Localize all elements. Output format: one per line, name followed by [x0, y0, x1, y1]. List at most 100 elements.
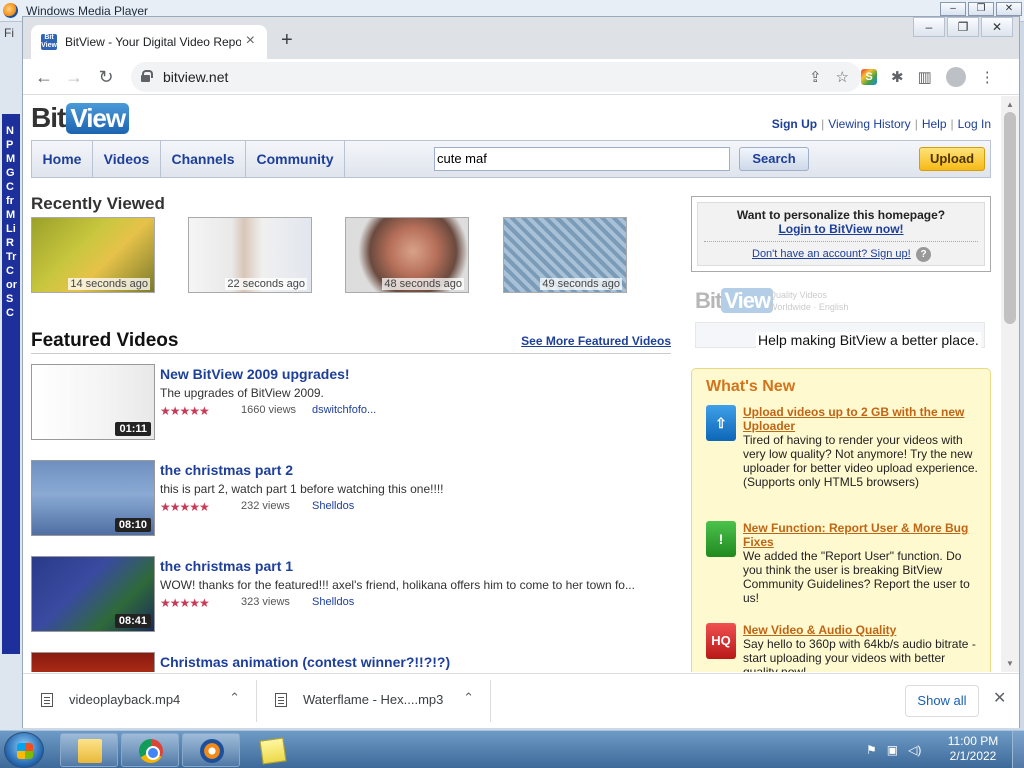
recent-time: 14 seconds ago	[68, 278, 150, 290]
volume-icon[interactable]: ◁)	[908, 743, 921, 757]
action-center-icon[interactable]: ⚑	[866, 743, 877, 757]
viewing-history-link[interactable]: Viewing History	[828, 117, 910, 131]
bitview-logo[interactable]: Bit View	[31, 102, 130, 134]
profile-avatar-icon[interactable]	[945, 67, 966, 87]
video-title-link[interactable]: New BitView 2009 upgrades!	[160, 366, 350, 382]
personalize-box: Want to personalize this homepage? Login…	[691, 196, 991, 272]
close-icon[interactable]: ✕	[996, 2, 1022, 16]
network-icon[interactable]: ▣	[887, 743, 898, 757]
maximize-icon[interactable]: ❐	[968, 2, 994, 16]
windows-logo-icon	[17, 743, 33, 759]
taskbar-sticky-notes[interactable]	[243, 733, 301, 767]
close-downloads-icon[interactable]: ✕	[993, 688, 1006, 708]
forward-arrow-icon[interactable]: →	[63, 66, 85, 88]
url-text[interactable]: bitview.net	[163, 69, 228, 85]
scroll-thumb[interactable]	[1004, 112, 1016, 324]
signup-link[interactable]: Sign Up	[772, 117, 817, 131]
chevron-up-icon[interactable]: ⌃	[463, 690, 474, 706]
video-title-link[interactable]: the christmas part 1	[160, 558, 293, 574]
back-arrow-icon[interactable]: ←	[33, 66, 55, 88]
system-tray: ⚑ ▣ ◁)	[866, 743, 921, 757]
share-icon[interactable]: ⇪	[809, 68, 822, 86]
extension-s-icon[interactable]: S	[861, 69, 877, 85]
download-item[interactable]: Waterflame - Hex....mp3 ⌃	[257, 680, 491, 722]
upload-icon: ⇧	[706, 405, 736, 441]
video-views: 323 views	[241, 596, 290, 608]
video-description: this is part 2, watch part 1 before watc…	[160, 482, 444, 496]
chrome-restore-icon[interactable]: ❐	[947, 17, 979, 37]
hq-icon: HQ	[706, 623, 736, 659]
video-thumbnail[interactable]: 08:10	[31, 460, 155, 536]
taskbar-chrome[interactable]	[121, 733, 179, 767]
recent-thumb[interactable]: 14 seconds ago	[31, 217, 155, 293]
whats-new-link[interactable]: Upload videos up to 2 GB with the new Up…	[743, 405, 979, 433]
side-panel-icon[interactable]: ▥	[918, 68, 932, 86]
new-tab-button[interactable]: +	[281, 29, 293, 52]
scroll-down-icon[interactable]: ▼	[1006, 659, 1014, 668]
login-now-link[interactable]: Login to BitView now!	[698, 222, 984, 236]
signup-prompt-link[interactable]: Don't have an account? Sign up!	[752, 248, 911, 260]
video-thumbnail[interactable]: 08:41	[31, 556, 155, 632]
see-more-featured-link[interactable]: See More Featured Videos	[521, 334, 671, 348]
reload-icon[interactable]: ↻	[95, 66, 117, 88]
tab-bitview[interactable]: Bit View BitView - Your Digital Video Re…	[31, 25, 267, 59]
list-item: 01:11 New BitView 2009 upgrades! The upg…	[31, 364, 671, 440]
rating-stars-icon: ★★★★★	[160, 500, 210, 514]
whats-new-text: We added the "Report User" function. Do …	[743, 549, 970, 605]
chrome-window: Bit View BitView - Your Digital Video Re…	[22, 16, 1020, 728]
promo-sub1: Quality Videos	[769, 290, 827, 300]
menu-kebab-icon[interactable]: ⋮	[980, 68, 995, 86]
start-button[interactable]	[4, 732, 44, 768]
video-author-link[interactable]: Shelldos	[312, 500, 354, 512]
personalize-question: Want to personalize this homepage?	[736, 208, 946, 222]
chrome-close-icon[interactable]: ✕	[981, 17, 1013, 37]
video-title-link[interactable]: Christmas animation (contest winner?!!?!…	[160, 654, 450, 670]
video-description: WOW! thanks for the featured!!! axel's f…	[160, 578, 635, 592]
show-all-button[interactable]: Show all	[905, 685, 979, 717]
help-question-icon[interactable]: ?	[916, 247, 931, 262]
lock-icon[interactable]	[141, 70, 153, 82]
wmp-menu-file[interactable]: Fi	[4, 26, 14, 40]
whats-new-link[interactable]: New Function: Report User & More Bug Fix…	[743, 521, 979, 549]
promo-logo: Bit View	[695, 288, 774, 314]
chevron-up-icon[interactable]: ⌃	[229, 690, 240, 706]
clock-time: 11:00 PM	[947, 734, 999, 748]
recent-thumb[interactable]: 48 seconds ago	[345, 217, 469, 293]
video-author-link[interactable]: dswitchfofo...	[312, 404, 376, 416]
nav-home[interactable]: Home	[32, 141, 93, 177]
tab-close-icon[interactable]: ×	[246, 32, 255, 50]
whats-new-link[interactable]: New Video & Audio Quality	[743, 623, 979, 637]
login-link[interactable]: Log In	[958, 117, 991, 131]
recent-thumb[interactable]: 49 seconds ago	[503, 217, 627, 293]
help-link[interactable]: Help	[922, 117, 947, 131]
clock[interactable]: 11:00 PM 2/1/2022	[940, 734, 1006, 764]
upload-button[interactable]: Upload	[919, 147, 985, 171]
search-button[interactable]: Search	[739, 147, 809, 171]
video-thumbnail[interactable]	[31, 652, 155, 672]
taskbar-explorer[interactable]	[60, 733, 118, 767]
chrome-minimize-icon[interactable]: –	[913, 17, 945, 37]
download-filename[interactable]: videoplayback.mp4	[69, 692, 180, 707]
nav-community[interactable]: Community	[246, 141, 345, 177]
video-duration: 01:11	[115, 422, 151, 436]
bookmark-star-icon[interactable]: ☆	[836, 68, 849, 86]
download-item[interactable]: videoplayback.mp4 ⌃	[23, 680, 257, 722]
minimize-icon[interactable]: –	[940, 2, 966, 16]
search-input[interactable]: cute maf	[434, 147, 730, 171]
page-scrollbar[interactable]: ▲ ▼	[1001, 96, 1019, 672]
taskbar-wmp[interactable]	[182, 733, 240, 767]
address-bar[interactable]: bitview.net ⇪ ☆	[131, 62, 861, 92]
nav-videos[interactable]: Videos	[93, 141, 161, 177]
video-author-link[interactable]: Shelldos	[312, 596, 354, 608]
video-thumbnail[interactable]: 01:11	[31, 364, 155, 440]
chrome-icon	[139, 739, 163, 763]
promo-caption: Help making BitView a better place.	[756, 332, 981, 348]
recent-thumb[interactable]: 22 seconds ago	[188, 217, 312, 293]
video-title-link[interactable]: the christmas part 2	[160, 462, 293, 478]
download-filename[interactable]: Waterflame - Hex....mp3	[303, 692, 443, 707]
folder-icon	[78, 739, 102, 763]
scroll-up-icon[interactable]: ▲	[1006, 100, 1014, 109]
show-desktop-button[interactable]	[1012, 731, 1024, 768]
puzzle-extensions-icon[interactable]: ✱	[891, 68, 904, 86]
nav-channels[interactable]: Channels	[161, 141, 246, 177]
